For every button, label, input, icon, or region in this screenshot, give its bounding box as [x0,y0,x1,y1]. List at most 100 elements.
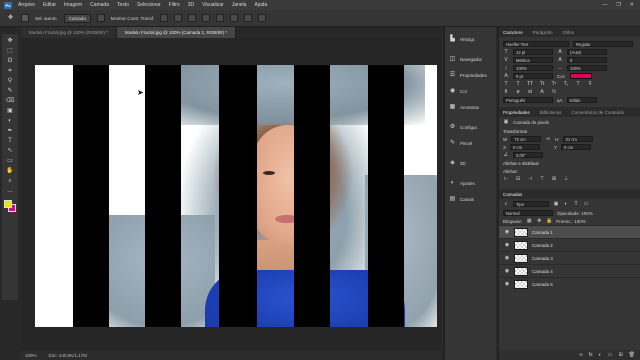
layer-name[interactable]: Camada 4 [532,269,553,274]
visibility-eye-icon[interactable]: ◉ [504,281,510,287]
filter-adjust-icon[interactable]: ◐ [563,201,569,207]
panel-swatches[interactable]: ▦ Amostras [445,99,496,115]
menu-item-ajuda[interactable]: Ajuda [254,2,267,8]
x-field[interactable]: 0 cm [510,144,541,150]
close-icon[interactable]: ✕ [630,2,634,8]
tab-comments[interactable]: Comentários de Conteúdo [572,110,625,115]
fraction-icon[interactable]: ½ [551,89,557,95]
tab-properties[interactable]: Propriedades [503,110,530,115]
lock-all-icon[interactable]: 🔒 [546,218,552,224]
document-canvas[interactable]: ➤ [35,65,437,327]
marquee-icon[interactable]: ⬚ [6,48,15,55]
doc-size[interactable]: Doc: 440,6K/1,17M [49,353,88,358]
align-bottom-edges-icon[interactable]: ⊥ [563,176,569,182]
dodge-icon[interactable]: ◐ [6,118,15,125]
font-size-field[interactable]: 12 pt [513,49,553,55]
new-layer-icon[interactable]: ⊞ [618,352,622,358]
link-layers-icon[interactable]: ∞ [579,352,583,358]
tab-document-2[interactable]: Modelo Fractal.jpg @ 100% (Camada 1, RGB… [116,27,236,38]
shape-icon[interactable]: ▭ [6,158,15,165]
layer-name[interactable]: Camada 1 [532,230,553,235]
minimize-icon[interactable]: — [602,2,607,8]
menu-item-filtro[interactable]: Filtro [169,2,180,8]
visibility-eye-icon[interactable]: ◉ [504,242,510,248]
layer-name[interactable]: Camada 3 [532,256,553,261]
align-top-edges-icon[interactable]: ⊤ [539,176,545,182]
pen-icon[interactable]: ✒ [6,128,15,135]
layer-row[interactable]: ◉ Camada 1 [499,225,640,238]
subscript-icon[interactable]: T₁ [563,81,569,87]
font-style-field[interactable]: Regular [573,41,633,47]
align-middle-icon[interactable] [216,14,225,22]
panel-color[interactable]: ◉ Cor [445,83,496,99]
panel-3d[interactable]: ◈ 3D [445,155,496,171]
restore-icon[interactable]: ❐ [616,2,620,8]
align-left-icon[interactable] [160,14,169,22]
menu-item-editar[interactable]: Editar [43,2,56,8]
menu-item-selecionar[interactable]: Selecionar [137,2,161,8]
language-field[interactable]: Português [503,97,553,103]
visibility-eye-icon[interactable]: ◉ [504,268,510,274]
zoom-level[interactable]: 100% [25,353,37,358]
adjustment-layer-icon[interactable]: ◐ [599,352,602,358]
gradient-icon[interactable]: ▣ [6,108,15,115]
move-tool-icon[interactable]: ✥ [6,15,15,22]
lock-pixels-icon[interactable]: ▦ [526,218,532,224]
oldstyle-icon[interactable]: ø [515,89,521,95]
panel-properties[interactable]: ☰ Propriedades [445,67,496,83]
tab-paragraph[interactable]: Parágrafo [533,30,553,35]
link-icon[interactable]: ∞ [545,136,551,142]
fill-label[interactable]: Preenc.: 100% [556,219,586,224]
layer-row[interactable]: ◉ Camada 5 [499,277,640,290]
zoom-icon[interactable]: ⌕ [6,178,15,185]
horizontal-scale-field[interactable]: 100% [567,65,607,71]
tracking-field[interactable]: 0 [567,57,607,63]
layer-name[interactable]: Camada 5 [532,282,553,287]
mask-icon[interactable]: ▭ [608,352,613,358]
filter-pixel-icon[interactable]: ▣ [553,201,559,207]
font-family-field[interactable]: Hoefler Text [503,41,569,47]
panel-channels[interactable]: ▤ Canais [445,191,496,207]
panel-brush[interactable]: ✎ Pincel [445,135,496,151]
panel-histogram[interactable]: ▙ Histogr. [445,31,496,47]
visibility-eye-icon[interactable]: ◉ [504,229,510,235]
tab-glyphs[interactable]: Glifos [563,30,575,35]
angle-field[interactable]: 0,00° [513,152,543,158]
lasso-icon[interactable]: ʘ [6,58,15,65]
superscript-icon[interactable]: T¹ [551,81,557,87]
ligature-icon[interactable]: fi [503,89,509,95]
hand-icon[interactable]: ✋ [6,168,15,175]
small-caps-icon[interactable]: Tt [539,81,545,87]
width-field[interactable]: 72 cm [511,136,542,142]
tab-libraries[interactable]: Bibliotecas [540,110,562,115]
tab-document-1[interactable]: Modelo Fractal.jpg @ 100% (RGB/8#) * [21,27,117,38]
lock-position-icon[interactable]: ✥ [536,218,542,224]
menu-item-texto[interactable]: Texto [117,2,129,8]
visibility-eye-icon[interactable]: ◉ [504,255,510,261]
layer-row[interactable]: ◉ Camada 3 [499,251,640,264]
height-field[interactable]: 31 cm [562,136,593,142]
menu-item-visualizar[interactable]: Visualizar [202,2,224,8]
layer-name[interactable]: Camada 2 [532,243,553,248]
blend-mode-dropdown[interactable]: Normal [503,210,553,216]
3d-mode-icon[interactable] [258,14,267,22]
menu-item-camada[interactable]: Camada [90,2,109,8]
eyedropper-icon[interactable]: ⚲ [6,78,15,85]
eraser-icon[interactable]: ⌫ [6,98,15,105]
panel-navigator[interactable]: ◫ Navegador [445,51,496,67]
kerning-field[interactable]: Métrica [513,57,553,63]
align-bottom-icon[interactable] [230,14,239,22]
color-swatches[interactable] [4,200,16,212]
align-title[interactable]: Alinhar e distribuir [499,159,640,167]
align-left-edges-icon[interactable]: ⊢ [503,176,509,182]
auto-select-checkbox[interactable] [21,14,29,22]
distribute-icon[interactable] [244,14,253,22]
align-v-centers-icon[interactable]: ⊞ [551,176,557,182]
filter-shape-icon[interactable]: ▭ [583,201,589,207]
all-caps-icon[interactable]: TT [527,81,533,87]
auto-select-dropdown[interactable]: Camada [63,13,91,23]
align-h-centers-icon[interactable]: ⊟ [515,176,521,182]
y-field[interactable]: 0 cm [561,144,592,150]
panel-adjustments[interactable]: ◐ Ajustes [445,175,496,191]
path-select-icon[interactable]: ↖ [6,148,15,155]
